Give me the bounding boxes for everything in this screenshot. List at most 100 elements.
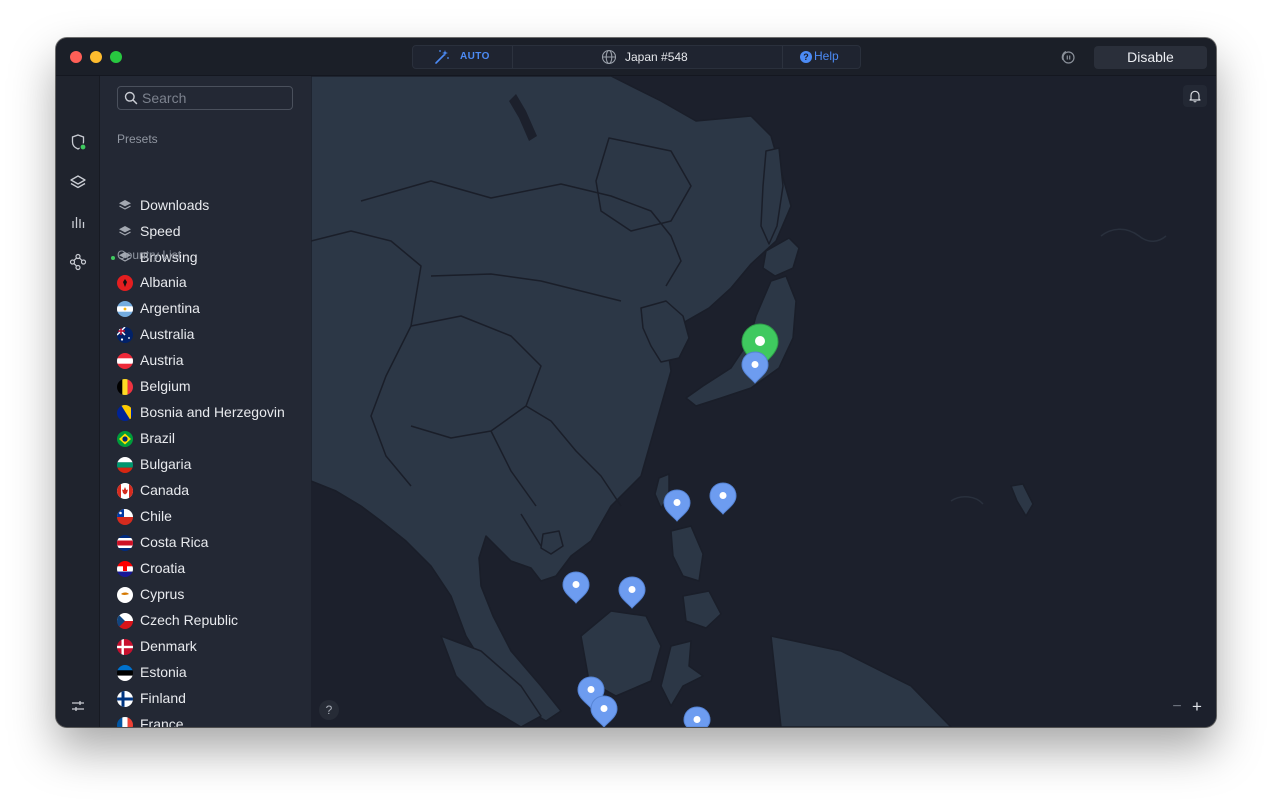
preset-layers-icon [119,200,131,210]
country-label: Argentina [140,300,200,316]
country-label: Austria [140,352,184,368]
country-denmark[interactable]: Denmark [100,633,295,659]
country-label: Albania [140,274,187,290]
preset-layers-icon [119,226,131,236]
country-chile[interactable]: Chile [100,503,295,529]
australia-flag-icon [117,327,133,343]
layers-icon[interactable] [68,172,88,192]
search-icon [124,91,138,105]
help-link[interactable]: ? Help [800,49,839,63]
albania-flag-icon [117,275,133,291]
country-label: Belgium [140,378,191,394]
country-costa-rica[interactable]: Costa Rica [100,529,295,555]
country-bulgaria[interactable]: Bulgaria [100,451,295,477]
country-label: Finland [140,690,186,706]
czech-flag-icon [117,613,133,629]
server-pin[interactable] [708,482,738,516]
server-pin[interactable] [617,576,647,610]
preset-speed[interactable]: Speed [100,218,295,244]
country-croatia[interactable]: Croatia [100,555,295,581]
austria-flag-icon [117,353,133,369]
disable-button[interactable]: Disable [1094,46,1207,69]
country-bosnia[interactable]: Bosnia and Herzegovin [100,399,295,425]
help-icon: ? [800,51,812,63]
country-label: Bosnia and Herzegovin [140,404,285,420]
preset-downloads[interactable]: Downloads [100,192,295,218]
argentina-flag-icon [117,301,133,317]
country-australia[interactable]: Australia [100,321,295,347]
zoom-in-button[interactable]: + [1187,697,1207,717]
server-pin[interactable] [662,489,692,523]
finland-flag-icon [117,691,133,707]
preset-label: Speed [140,223,181,239]
country-argentina[interactable]: Argentina [100,295,295,321]
denmark-flag-icon [117,639,133,655]
server-sidebar: Presets Downloads Speed Browsing Country… [100,76,348,727]
stats-icon[interactable] [68,212,88,232]
pause-connection-icon[interactable] [1060,49,1076,65]
country-albania[interactable]: Albania [100,269,295,295]
country-austria[interactable]: Austria [100,347,295,373]
bell-icon [1189,90,1201,103]
country-label: Estonia [140,664,187,680]
active-indicator [111,256,115,260]
presets-heading: Presets [117,132,158,146]
server-pin[interactable] [589,695,619,727]
magic-wand-icon [435,50,449,64]
country-list-heading: Country List [117,248,182,262]
country-estonia[interactable]: Estonia [100,659,295,685]
server-name: Japan #548 [625,50,688,64]
country-label: Brazil [140,430,176,446]
server-pin[interactable] [682,706,712,727]
cyprus-flag-icon [117,587,133,603]
current-server[interactable]: Japan #548 [513,46,783,68]
meshnet-icon[interactable] [68,252,88,272]
country-label: Australia [140,326,195,342]
search-box[interactable] [117,86,293,110]
country-finland[interactable]: Finland [100,685,295,711]
map-landmass [311,76,1167,727]
country-label: Denmark [140,638,197,654]
canada-flag-icon [117,483,133,499]
minimize-window-button[interactable] [90,51,102,63]
country-label: Czech Republic [140,612,239,628]
close-window-button[interactable] [70,51,82,63]
nav-rail [56,76,100,727]
app-window: AUTO Japan #548 ? Help Disable Search Pr… [56,38,1216,727]
chile-flag-icon [117,509,133,525]
notifications-button[interactable] [1183,85,1207,107]
auto-connect-button[interactable]: AUTO [413,46,513,68]
costa-rica-flag-icon [117,535,133,551]
belgium-flag-icon [117,379,133,395]
title-bar: AUTO Japan #548 ? Help Disable [56,38,1216,76]
country-label: Cyprus [140,586,185,602]
brazil-flag-icon [117,431,133,447]
auto-label: AUTO [460,51,490,62]
connection-bar: AUTO Japan #548 ? Help [412,45,861,69]
country-france[interactable]: France [100,711,295,727]
zoom-out-button[interactable]: − [1167,697,1187,717]
country-label: France [140,716,184,727]
country-label: Costa Rica [140,534,209,550]
country-label: Canada [140,482,190,498]
preset-label: Downloads [140,197,210,213]
server-pin[interactable] [740,351,770,385]
croatia-flag-icon [117,561,133,577]
country-label: Chile [140,508,172,524]
country-belgium[interactable]: Belgium [100,373,295,399]
country-brazil[interactable]: Brazil [100,425,295,451]
estonia-flag-icon [117,665,133,681]
settings-sliders-icon[interactable] [68,696,88,716]
country-czech[interactable]: Czech Republic [100,607,295,633]
globe-icon [601,49,617,65]
country-cyprus[interactable]: Cyprus [100,581,295,607]
world-map[interactable]: ? − + [311,76,1216,727]
zoom-window-button[interactable] [110,51,122,63]
search-input[interactable] [142,88,290,108]
country-canada[interactable]: Canada [100,477,295,503]
server-pin[interactable] [561,571,591,605]
map-help-button[interactable]: ? [319,700,339,720]
country-label: Bulgaria [140,456,192,472]
shield-icon[interactable] [68,132,88,152]
country-label: Croatia [140,560,186,576]
